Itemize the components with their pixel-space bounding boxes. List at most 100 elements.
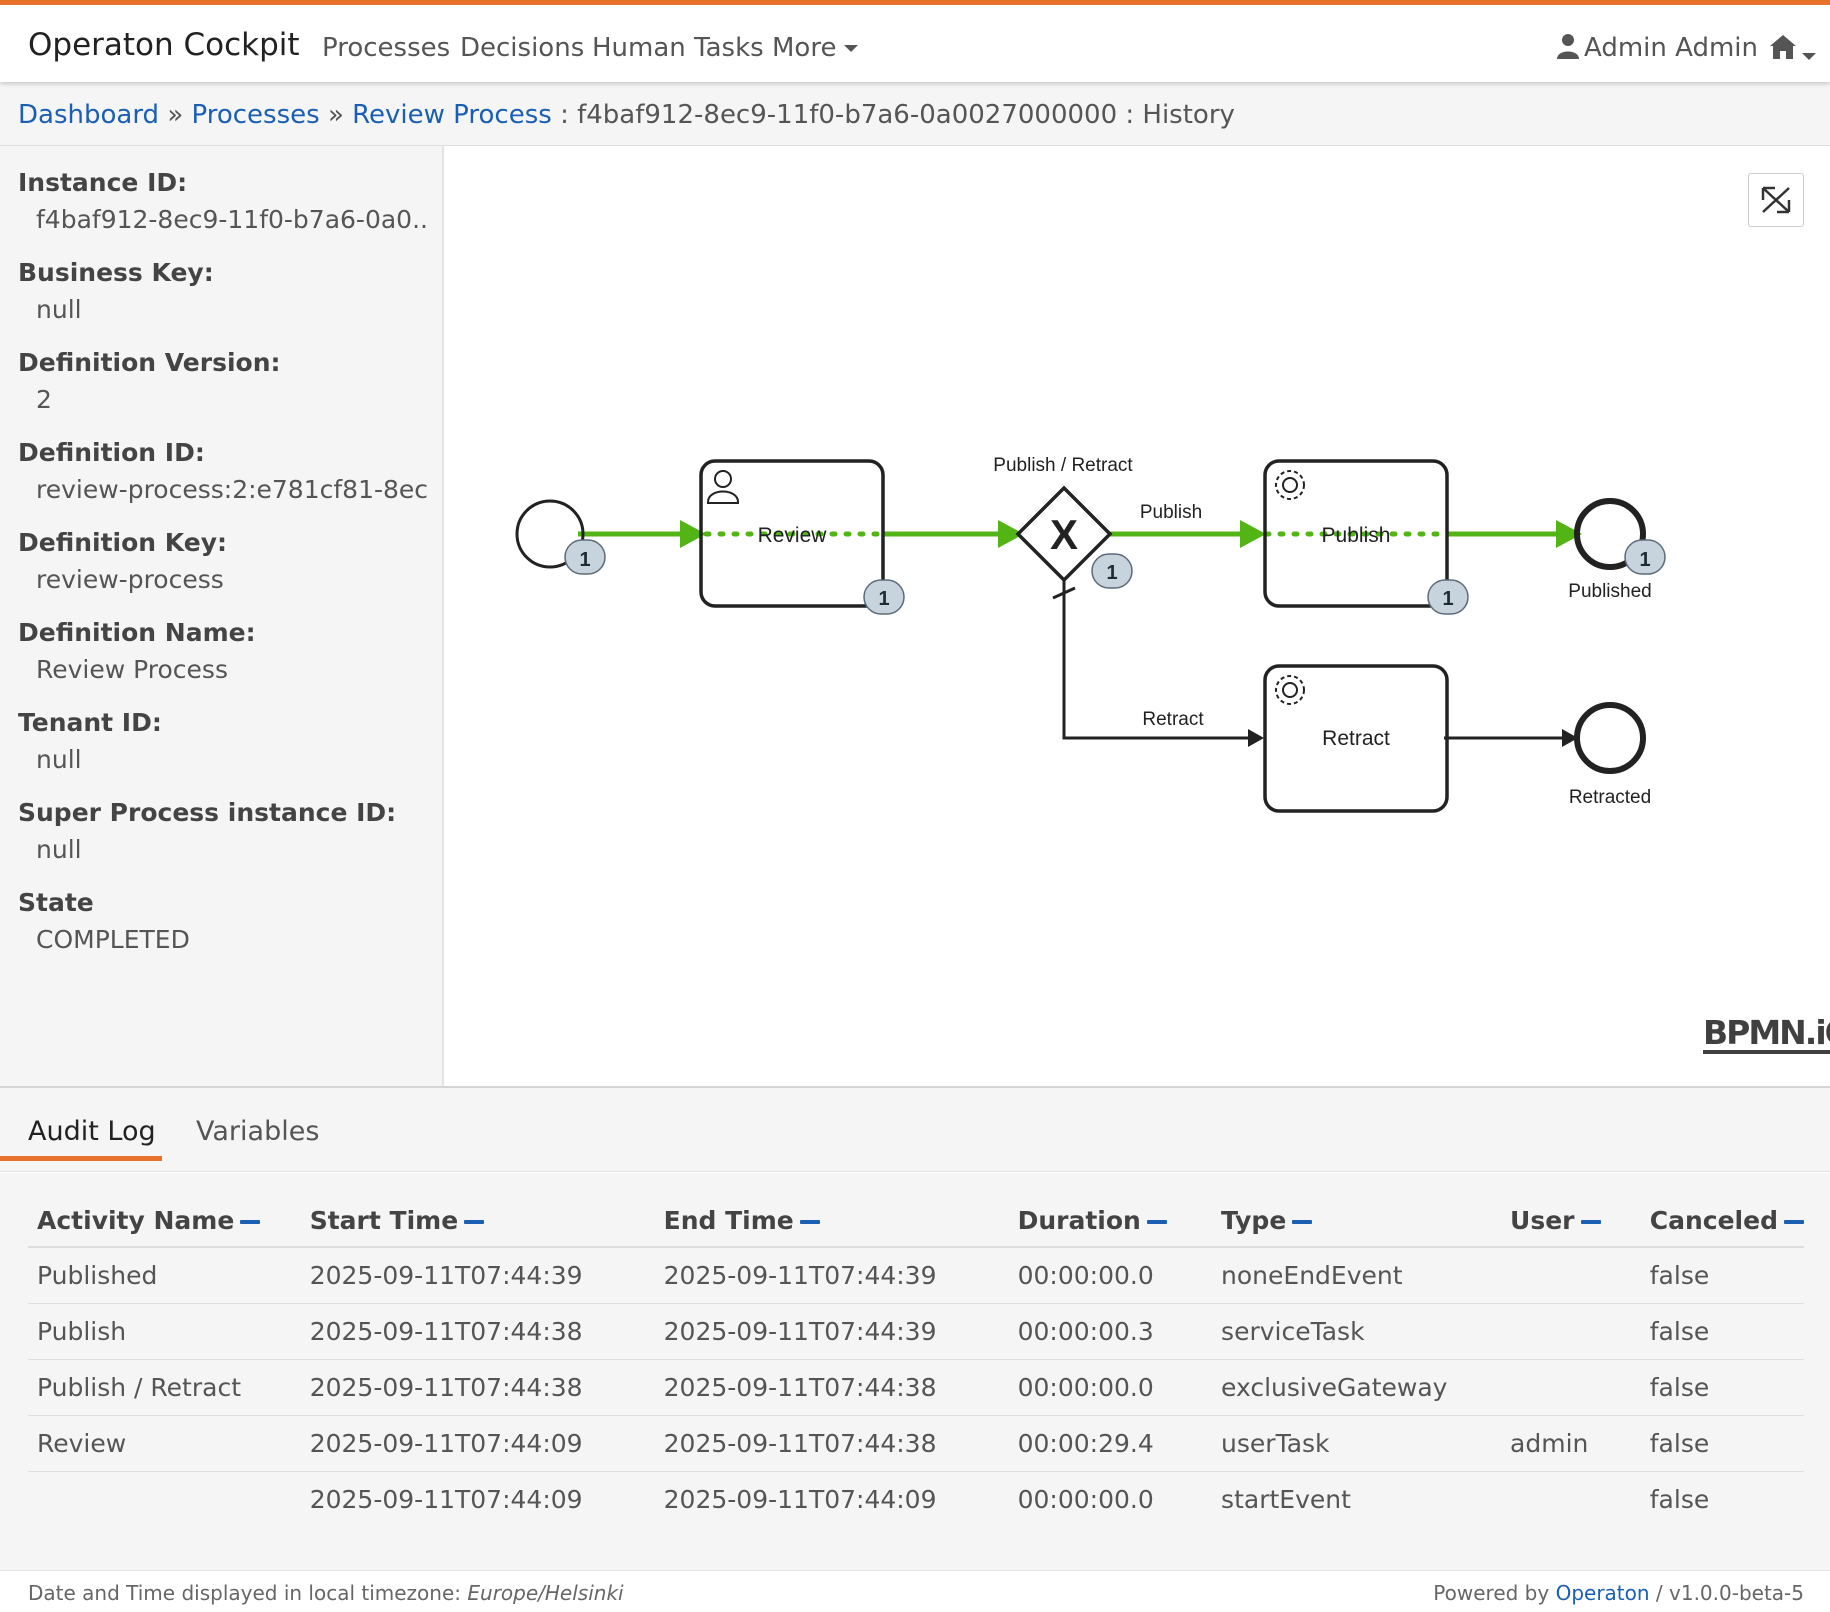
- fit-diagram-button[interactable]: [1748, 173, 1804, 227]
- timezone-prefix: Date and Time displayed in local timezon…: [28, 1581, 462, 1605]
- activity-count-badge[interactable]: 1: [1624, 539, 1666, 575]
- breadcrumb-dashboard[interactable]: Dashboard: [18, 100, 159, 130]
- table-row[interactable]: Review 2025-09-11T07:44:09 2025-09-11T07…: [28, 1415, 1804, 1472]
- nav-human-tasks[interactable]: Human Tasks: [592, 33, 764, 63]
- user-menu[interactable]: Admin Admin: [1556, 33, 1758, 63]
- column-activity-name[interactable]: Activity Name: [28, 1195, 301, 1248]
- activity-count-badge[interactable]: 1: [564, 539, 606, 575]
- definition-name-label: Definition Name:: [18, 618, 256, 647]
- cell-activity-name: Published: [28, 1247, 301, 1304]
- cell-activity-name: Publish / Retract: [28, 1359, 301, 1416]
- sort-icon[interactable]: [1146, 1220, 1167, 1224]
- cell-start-time: 2025-09-11T07:44:38: [300, 1359, 655, 1416]
- cell-activity-name: Review: [28, 1415, 301, 1472]
- gateway-label: Publish / Retract: [993, 455, 1133, 476]
- column-start-time[interactable]: Start Time: [300, 1195, 655, 1248]
- app-brand[interactable]: Operaton Cockpit: [28, 27, 300, 63]
- table-row[interactable]: 2025-09-11T07:44:09 2025-09-11T07:44:09 …: [28, 1471, 1804, 1527]
- publish-flow-label: Publish: [1140, 502, 1202, 523]
- active-tab-indicator: [0, 1156, 162, 1161]
- cell-end-time: 2025-09-11T07:44:39: [654, 1303, 1009, 1360]
- cell-user: [1501, 1303, 1641, 1360]
- cell-duration: 00:00:00.0: [1017, 1484, 1154, 1514]
- cell-type: noneEndEvent: [1212, 1247, 1502, 1304]
- home-icon: [1770, 35, 1796, 59]
- publish-task-label: Publish: [1322, 524, 1391, 547]
- tab-variables[interactable]: Variables: [196, 1116, 319, 1147]
- fit-view-icon: [1761, 186, 1791, 214]
- sort-icon[interactable]: [464, 1220, 485, 1224]
- powered-by: Powered by Operaton / v1.0.0-beta-5: [1433, 1581, 1804, 1605]
- cell-start-time: 2025-09-11T07:44:09: [309, 1484, 583, 1514]
- tab-audit-log[interactable]: Audit Log: [28, 1116, 156, 1147]
- column-canceled[interactable]: Canceled: [1640, 1195, 1804, 1248]
- cell-duration: 00:00:00.0: [1008, 1359, 1213, 1416]
- column-end-time[interactable]: End Time: [654, 1195, 1009, 1248]
- detail-tabs: Audit Log Variables: [0, 1088, 1830, 1172]
- breadcrumb-review-process[interactable]: Review Process: [352, 100, 552, 130]
- cell-type: userTask: [1212, 1415, 1502, 1472]
- table-row[interactable]: Published 2025-09-11T07:44:39 2025-09-11…: [28, 1247, 1804, 1304]
- cell-duration: 00:00:29.4: [1008, 1415, 1213, 1472]
- cell-start-time: 2025-09-11T07:44:09: [300, 1415, 655, 1472]
- retract-flow-label: Retract: [1142, 709, 1204, 730]
- breadcrumb-separator: »: [327, 100, 344, 130]
- cell-user: [1501, 1247, 1641, 1304]
- timezone-note: Date and Time displayed in local timezon…: [28, 1581, 624, 1605]
- retracted-end-label: Retracted: [1569, 787, 1651, 808]
- nav-processes[interactable]: Processes: [322, 33, 450, 63]
- retract-task-label: Retract: [1322, 727, 1390, 750]
- cell-duration: 00:00:00.3: [1008, 1303, 1213, 1360]
- super-process-id-value: null: [36, 835, 82, 864]
- cell-canceled: false: [1640, 1247, 1804, 1304]
- definition-name-value: Review Process: [36, 655, 228, 684]
- cell-start-time: 2025-09-11T07:44:39: [300, 1247, 655, 1304]
- sort-icon[interactable]: [799, 1220, 820, 1224]
- cell-user: admin: [1501, 1415, 1641, 1472]
- bpmn-io-logo[interactable]: BPMN.iO: [1703, 1016, 1830, 1054]
- column-duration[interactable]: Duration: [1008, 1195, 1213, 1248]
- definition-version-label: Definition Version:: [18, 348, 281, 377]
- breadcrumb-instance: : f4baf912-8ec9-11f0-b7a6-0a0027000000 :…: [560, 100, 1235, 130]
- sort-icon[interactable]: [1292, 1220, 1313, 1224]
- business-key-label: Business Key:: [18, 258, 214, 287]
- sort-icon[interactable]: [240, 1220, 261, 1224]
- cell-duration: 00:00:00.0: [1008, 1247, 1213, 1304]
- operaton-link[interactable]: Operaton: [1556, 1581, 1650, 1605]
- table-row[interactable]: Publish 2025-09-11T07:44:38 2025-09-11T0…: [28, 1303, 1804, 1360]
- column-type[interactable]: Type: [1212, 1195, 1502, 1248]
- breadcrumb-processes[interactable]: Processes: [192, 100, 320, 130]
- bpmn-diagram: Review X Publish / Retract Publish Publi…: [515, 455, 1666, 813]
- user-icon: [1557, 34, 1579, 59]
- svg-text:1: 1: [579, 549, 590, 571]
- nav-more-menu[interactable]: More: [772, 33, 859, 63]
- definition-id-value[interactable]: review-process:2:e781cf81-8ec...: [18, 475, 428, 505]
- activity-count-badge[interactable]: 1: [1427, 579, 1469, 615]
- cell-canceled: false: [1640, 1359, 1804, 1416]
- cell-canceled: false: [1640, 1415, 1804, 1472]
- nav-decisions[interactable]: Decisions: [460, 33, 584, 63]
- cell-type: exclusiveGateway: [1212, 1359, 1502, 1416]
- bpmn-diagram-canvas[interactable]: Review X Publish / Retract Publish Publi…: [446, 146, 1830, 1086]
- cell-end-time: 2025-09-11T07:44:38: [654, 1415, 1009, 1472]
- cell-end-time: 2025-09-11T07:44:39: [654, 1247, 1009, 1304]
- table-row[interactable]: Publish / Retract 2025-09-11T07:44:38 20…: [28, 1359, 1804, 1416]
- column-user[interactable]: User: [1501, 1195, 1641, 1248]
- chevron-down-icon: [844, 45, 859, 52]
- gateway-symbol: X: [1050, 511, 1078, 558]
- activity-count-badge[interactable]: 1: [1091, 553, 1133, 589]
- activity-count-badge[interactable]: 1: [863, 579, 905, 615]
- retracted-end-event[interactable]: [1574, 702, 1646, 774]
- home-menu[interactable]: [1768, 33, 1816, 65]
- published-end-label: Published: [1568, 581, 1651, 602]
- cell-user: [1501, 1359, 1641, 1416]
- top-navbar: Operaton Cockpit Processes Decisions Hum…: [0, 0, 1830, 82]
- business-key-value: null: [36, 295, 82, 324]
- review-task-label: Review: [758, 524, 828, 547]
- cell-start-time: 2025-09-11T07:44:38: [300, 1303, 655, 1360]
- breadcrumb-separator: »: [167, 100, 184, 130]
- sort-icon[interactable]: [1580, 1220, 1601, 1224]
- sort-icon[interactable]: [1783, 1220, 1804, 1224]
- user-name: Admin Admin: [1584, 33, 1758, 63]
- cell-user: [1501, 1471, 1641, 1527]
